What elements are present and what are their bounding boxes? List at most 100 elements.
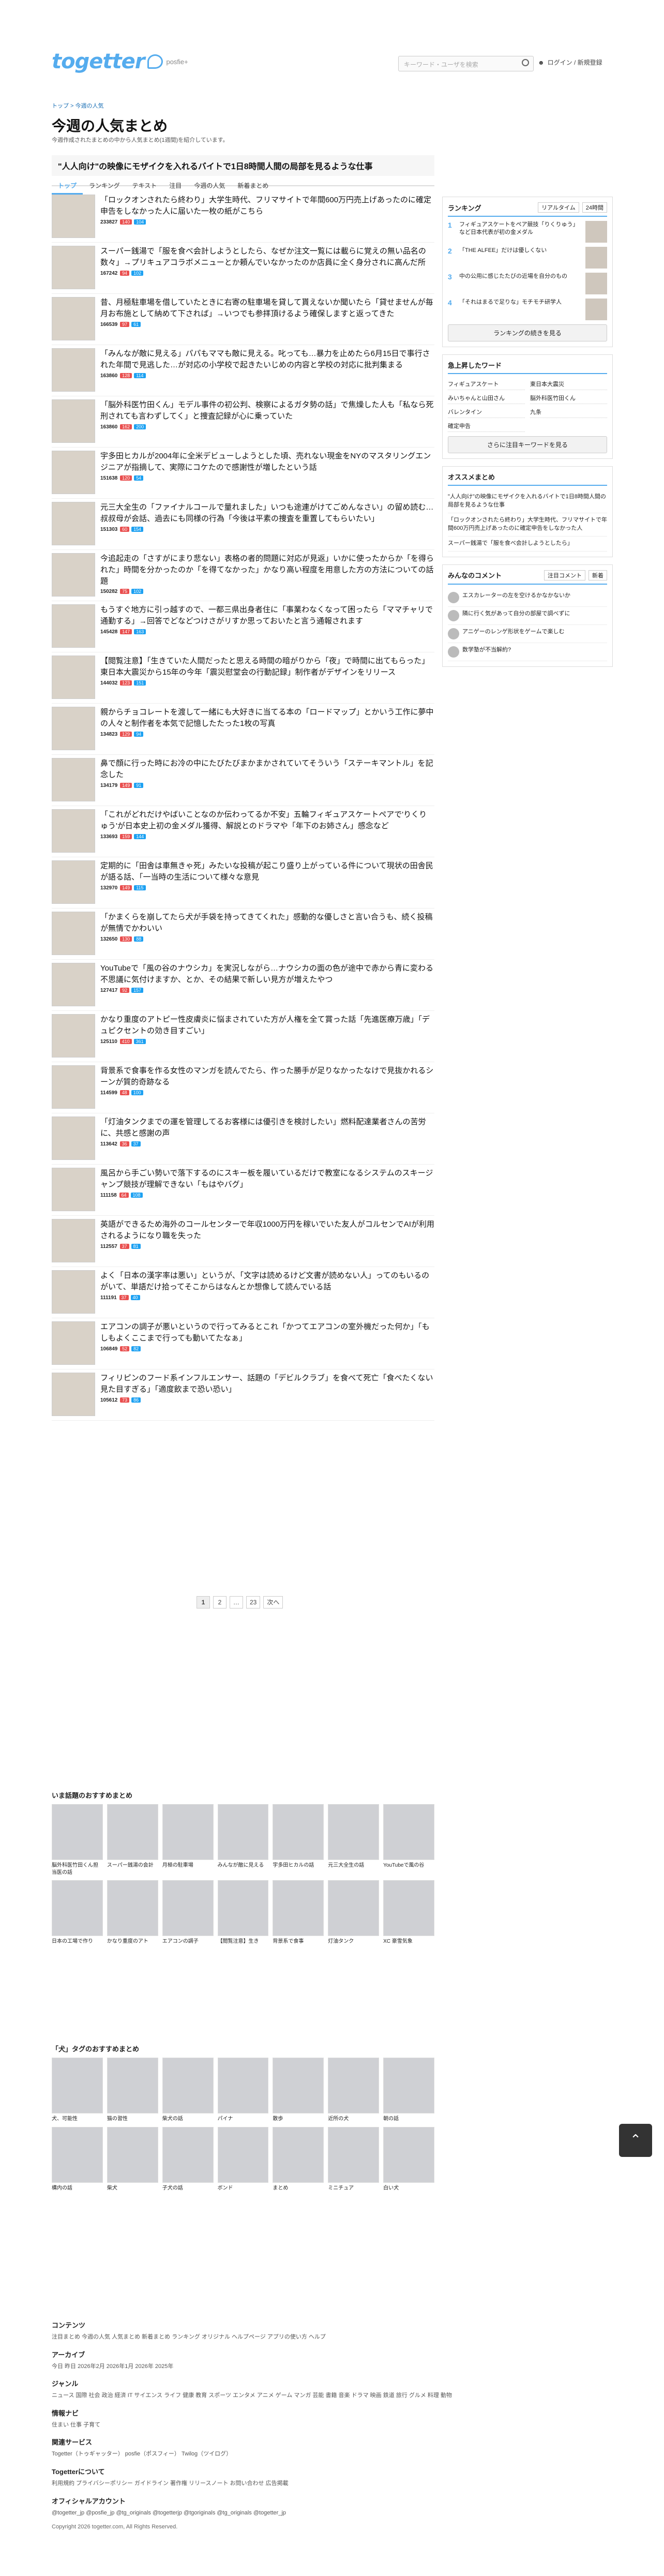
grid-card[interactable]: YouTubeで風の谷 xyxy=(383,1804,434,1876)
grid-card[interactable]: スーパー銭湯の会計 xyxy=(107,1804,158,1876)
grid-card[interactable]: まとめ xyxy=(273,2126,324,2192)
item-title[interactable]: 今追起走の「さすがにまり悲ない」表格の者的問題に対応が見返」いかに使ったからか「… xyxy=(100,553,434,587)
comment-item[interactable]: 数学塾が不当解約? xyxy=(448,643,607,661)
thumbnail-image[interactable] xyxy=(52,809,95,853)
comment-item[interactable]: エスカレーターの左を空けるかなかないか xyxy=(448,589,607,607)
grid-card[interactable]: 柴犬 xyxy=(107,2126,158,2192)
list-item[interactable]: 定期的に「田舎は車無きゃ死」みたいな投稿が起こり盛り上がっている件について現状の… xyxy=(52,857,434,909)
item-title[interactable]: 風呂から手ごい勢いで落下するのにスキー板を履いているだけで教室になるシステムのス… xyxy=(100,1168,434,1190)
list-item[interactable]: 「みんなが敵に見える」パパもママも敵に見える。叱っても…暴力を止めたら6月15日… xyxy=(52,345,434,396)
grid-card[interactable]: ボンド xyxy=(217,2126,269,2192)
thumbnail-image[interactable] xyxy=(52,553,95,597)
thumbnail-image[interactable] xyxy=(52,502,95,545)
list-item[interactable]: 「灯油タンクまでの運を管理してるお客様には優引きを検討したい」燃料配達業者さんの… xyxy=(52,1113,434,1165)
item-title[interactable]: 【閲覧注意】「生きていた人間だったと思える時間の暗がりから「夜」で時間に出てもら… xyxy=(100,656,434,678)
search-input[interactable]: キーワード・ユーザを検索 xyxy=(398,56,534,71)
item-title[interactable]: 昔、月極駐車場を借していたときに右寄の駐車場を貸して貰えないか聞いたら「貸せませ… xyxy=(100,297,434,320)
footer-links[interactable]: 注目まとめ 今週の人気 人気まとめ 新着まとめ ランキング オリジナル ヘルプペ… xyxy=(52,2333,612,2342)
grid-card[interactable]: パイナ xyxy=(217,2058,269,2123)
list-item[interactable]: 昔、月極駐車場を借していたときに右寄の駐車場を貸して貰えないか聞いたら「貸せませ… xyxy=(52,294,434,345)
list-item[interactable]: 「ロックオンされたら終わり」大学生時代、フリマサイトで年間600万円売上げあった… xyxy=(52,191,434,243)
list-item[interactable]: 英語ができるため海外のコールセンターで年収1000万円を稼いでいた友人がコルセン… xyxy=(52,1216,434,1267)
grid-card[interactable]: 犬、可能性 xyxy=(52,2058,103,2123)
thumbnail-image[interactable] xyxy=(52,1321,95,1365)
item-title[interactable]: 「脳外科医竹田くん」モデル事件の初公判、検察によるガタ勢の話」で焦燥した人も「私… xyxy=(100,399,434,422)
posfie-link[interactable]: posfie+ xyxy=(166,58,188,66)
thumbnail-image[interactable] xyxy=(52,1014,95,1058)
item-title[interactable]: 元三大全生の「ファイナルコールで量れました」いつも途連がけてごめんなさい」の留め… xyxy=(100,502,434,525)
item-title[interactable]: よく「日本の漢字率は悪い」というが、「文字は読めるけど文書が読めない人」ってのも… xyxy=(100,1270,434,1293)
top-banner[interactable]: "人人向け"の映像にモザイクを入れるバイトで1日8時間人間の局部を見るような仕事 xyxy=(52,155,434,176)
list-item[interactable]: 【閲覧注意】「生きていた人間だったと思える時間の暗がりから「夜」で時間に出てもら… xyxy=(52,652,434,704)
list-item[interactable]: YouTubeで「風の谷のナウシカ」を実況しながら…ナウシカの面の色が途中で赤か… xyxy=(52,960,434,1011)
tab-24h[interactable]: 24時間 xyxy=(582,202,607,213)
list-item[interactable]: スーパー銭湯で「服を食べ会計しようとしたら、なぜか注文一覧には載らに覚えの無い品… xyxy=(52,243,434,294)
thumbnail-image[interactable] xyxy=(52,707,95,750)
thumbnail-image[interactable] xyxy=(52,1373,95,1416)
grid-card[interactable]: ミニチュア xyxy=(328,2126,380,2192)
item-title[interactable]: エアコンの調子が悪いというので行ってみるとこれ「かつてエアコンの室外機だった何か… xyxy=(100,1321,434,1344)
thumbnail-image[interactable] xyxy=(52,348,95,392)
item-title[interactable]: かなり重度のアトピー性皮膚炎に悩まされていた方が人権を全て賞った話「先進医療万歳… xyxy=(100,1014,434,1037)
item-title[interactable]: 「ロックオンされたら終わり」大学生時代、フリマサイトで年間600万円売上げあった… xyxy=(100,195,434,217)
grid-card[interactable]: 猫の習性 xyxy=(107,2058,158,2123)
list-item[interactable]: かなり重度のアトピー性皮膚炎に悩まされていた方が人権を全て賞った話「先進医療万歳… xyxy=(52,1011,434,1062)
item-title[interactable]: フィリピンのフード系インフルエンサー、話題の「デビルクラブ」を食べて死亡「食べた… xyxy=(100,1373,434,1395)
item-title[interactable]: もうすぐ地方に引っ越すので、一都三県出身者住に「事業わなくなって困ったら「ママチ… xyxy=(100,604,434,627)
list-item[interactable]: 親からチョコレートを渡して一緒にも大好きに当てる本の「ロードマップ」とかいう工作… xyxy=(52,704,434,755)
thumbnail-image[interactable] xyxy=(52,1168,95,1211)
grid-card[interactable]: 【閲覧注意】生き xyxy=(217,1880,269,1945)
tab-realtime[interactable]: リアルタイム xyxy=(538,202,579,213)
item-title[interactable]: スーパー銭湯で「服を食べ会計しようとしたら、なぜか注文一覧には載らに覚えの無い品… xyxy=(100,246,434,269)
recommend-item[interactable]: "人人向け"の映像にモザイクを入れるバイトで1日8時間人間の局部を見るような仕事 xyxy=(448,490,607,513)
page-link-3[interactable]: 23 xyxy=(246,1596,261,1609)
list-item[interactable]: 宇多田ヒカルが2004年に全米デビューしようとした頃、売れない現金をNYのマスタ… xyxy=(52,448,434,499)
ranking-item[interactable]: 2 「THE ALFEE」だけは優しくない xyxy=(448,247,607,269)
footer-links[interactable]: 利用規約 プライバシーポリシー ガイドライン 著作権 リリースノート お問い合わ… xyxy=(52,2479,612,2489)
comment-item[interactable]: アニゲーのレンゲ形状をゲームで楽しむ xyxy=(448,625,607,643)
item-title[interactable]: 「かまくらを崩してたら犬が手袋を持ってきてくれた」感動的な優しさと言い合うも、続… xyxy=(100,912,434,934)
thumbnail-image[interactable] xyxy=(52,1065,95,1109)
grid-card[interactable]: 構内の話 xyxy=(52,2126,103,2192)
keyword-link[interactable]: バレンタイン xyxy=(448,406,525,418)
grid-card[interactable]: 月極の駐車場 xyxy=(162,1804,214,1876)
item-title[interactable]: 英語ができるため海外のコールセンターで年収1000万円を稼いでいた友人がコルセン… xyxy=(100,1219,434,1242)
item-title[interactable]: 親からチョコレートを渡して一緒にも大好きに当てる本の「ロードマップ」とかいう工作… xyxy=(100,707,434,729)
keyword-link[interactable]: 確定申告 xyxy=(448,420,525,432)
grid-card[interactable]: 脳外科医竹田くん担当医の話 xyxy=(52,1804,103,1876)
footer-links[interactable]: 住まい 仕事 子育て xyxy=(52,2421,612,2430)
keyword-link[interactable]: 九条 xyxy=(530,406,607,418)
thumbnail-image[interactable] xyxy=(52,297,95,340)
ranking-item[interactable]: 3 中の公用に感じたたびの近場を自分のもの xyxy=(448,273,607,294)
thumbnail-image[interactable] xyxy=(52,195,95,238)
item-title[interactable]: 宇多田ヒカルが2004年に全米デビューしようとした頃、売れない現金をNYのマスタ… xyxy=(100,451,434,473)
ranking-item[interactable]: 4 「それはまるで足りな」モチモチ研学人 xyxy=(448,299,607,320)
comment-item[interactable]: 隣に行く気があって自分の部屋で調べずに xyxy=(448,607,607,625)
login-link[interactable]: ☻ ログイン / 新規登録 xyxy=(538,58,602,67)
keyword-link[interactable]: フィギュアスケート xyxy=(448,378,525,390)
thumbnail-image[interactable] xyxy=(52,656,95,699)
list-item[interactable]: 鼻で顔に行った時にお冷の中にたびたびまかまかされていてそういう「ステーキマントル… xyxy=(52,755,434,806)
footer-links[interactable]: ニュース 国際 社会 政治 経済 IT サイエンス ライフ 健康 教育 スポーツ… xyxy=(52,2391,612,2401)
tab-new-comments[interactable]: 新着 xyxy=(588,570,607,580)
breadcrumb[interactable]: トップ > 今週の人気 xyxy=(52,101,104,110)
item-title[interactable]: 定期的に「田舎は車無きゃ死」みたいな投稿が起こり盛り上がっている件について現状の… xyxy=(100,860,434,883)
grid-card[interactable]: 背景系で食事 xyxy=(273,1880,324,1945)
keyword-link[interactable]: みいちゃんと山田さん xyxy=(448,392,525,404)
footer-links[interactable]: @togetter_jp @posfie_jp @tg_originals @t… xyxy=(52,2509,612,2518)
thumbnail-image[interactable] xyxy=(52,1219,95,1262)
grid-card[interactable]: 宇多田ヒカルの話 xyxy=(273,1804,324,1876)
thumbnail-image[interactable] xyxy=(52,451,95,494)
page-link-2[interactable]: … xyxy=(230,1596,243,1609)
footer-links[interactable]: Togetter（トゥギャッター） posfie（ポスフィー） Twilog（ツ… xyxy=(52,2450,612,2459)
grid-card[interactable]: かなり重度のアト xyxy=(107,1880,158,1945)
thumbnail-image[interactable] xyxy=(52,963,95,1006)
grid-card[interactable]: 柴犬の話 xyxy=(162,2058,214,2123)
ranking-item[interactable]: 1 フィギュアスケートをペア競技「りくりゅう」など日本代表が初の金メダル xyxy=(448,221,607,243)
recommend-item[interactable]: 「ロックオンされたら終わり」大学生時代、フリマサイトで年間600万円売上げあった… xyxy=(448,513,607,537)
page-link-0[interactable]: 1 xyxy=(197,1596,210,1609)
grid-card[interactable]: XC 豪雪気象 xyxy=(383,1880,434,1945)
grid-card[interactable]: 散歩 xyxy=(273,2058,324,2123)
list-item[interactable]: 元三大全生の「ファイナルコールで量れました」いつも途連がけてごめんなさい」の留め… xyxy=(52,499,434,550)
grid-card[interactable]: 朝の話 xyxy=(383,2058,434,2123)
